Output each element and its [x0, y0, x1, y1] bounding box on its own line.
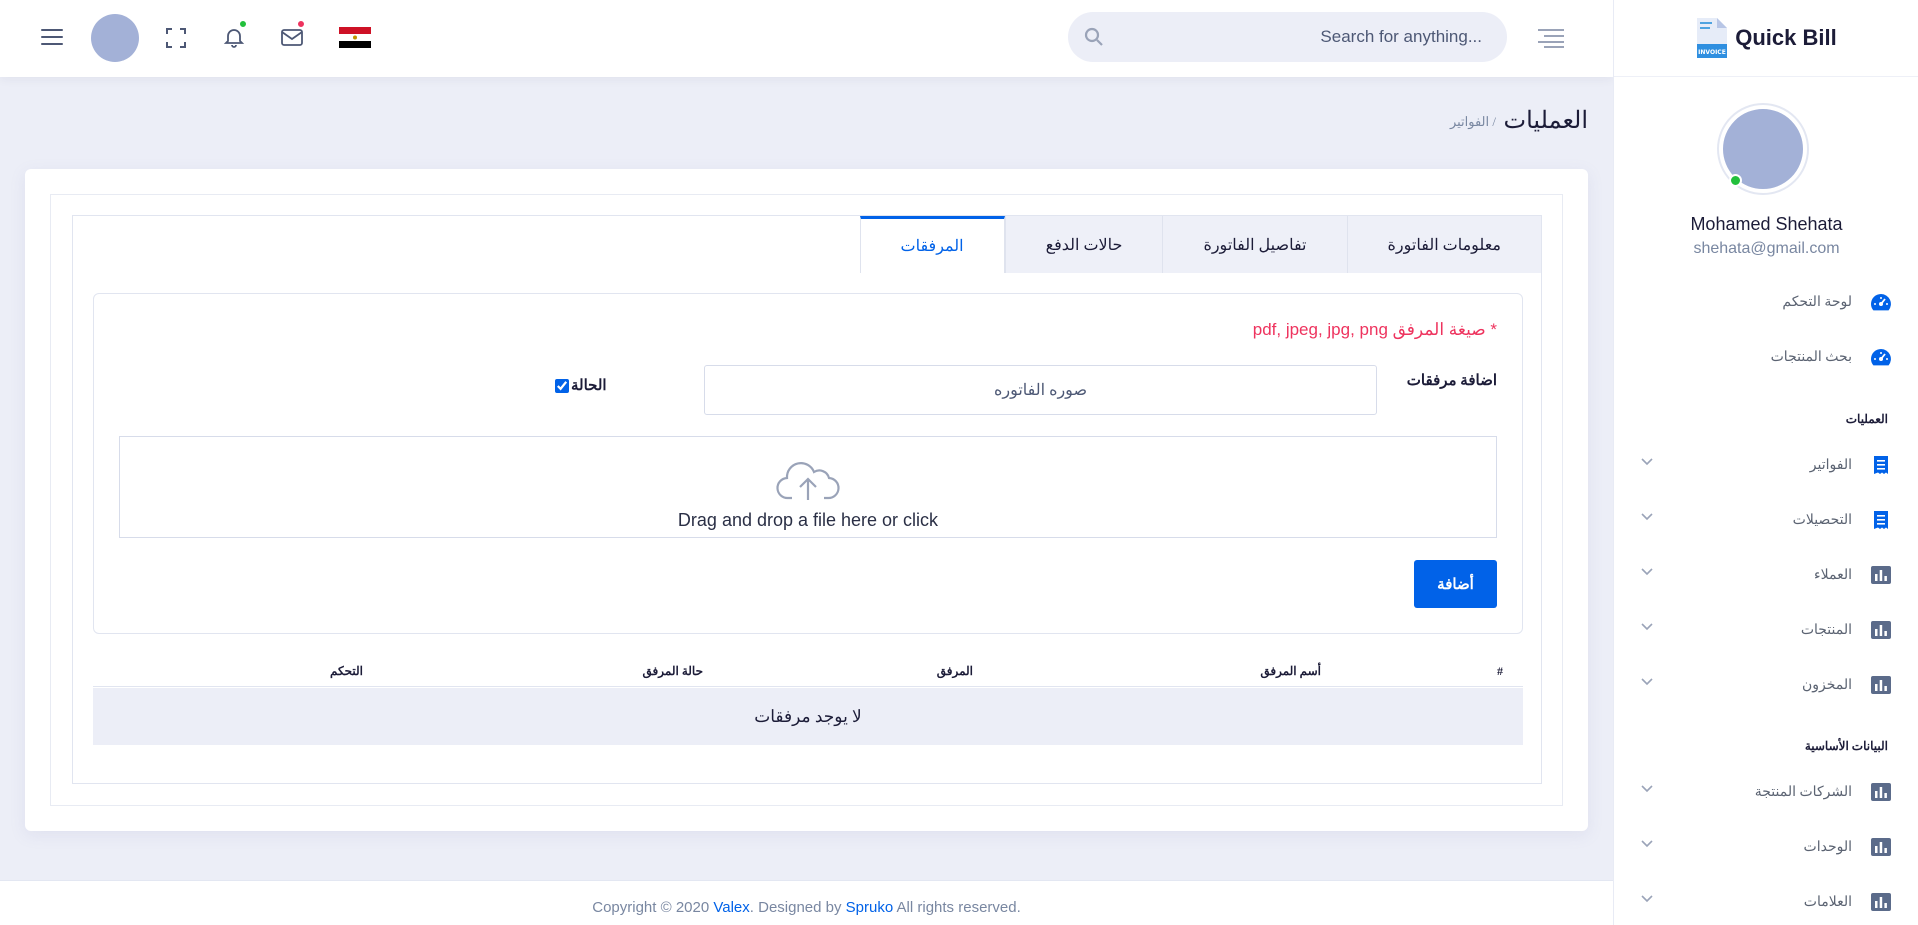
attachments-empty-message: لا يوجد مرفقات — [93, 688, 1523, 745]
add-attachment-button[interactable]: أضافة — [1414, 560, 1497, 608]
sidebar-item-inventory[interactable]: المخزون — [1613, 665, 1918, 705]
notifications-button[interactable] — [221, 19, 248, 50]
sidebar-item-units[interactable]: الوحدات — [1613, 827, 1918, 867]
chevron-down-icon — [1641, 568, 1653, 576]
sidebar-item-invoices[interactable]: الفواتير — [1613, 445, 1918, 485]
notification-badge — [238, 19, 248, 29]
file-dropzone[interactable]: Drag and drop a file here or click — [119, 436, 1497, 538]
file-format-note: * صيغة المرفق pdf, jpeg, jpg, png — [1252, 320, 1497, 339]
sidebar-section-operations: العمليات — [1845, 412, 1888, 426]
footer-rights: All rights reserved. — [893, 899, 1021, 916]
tab-bar: معلومات الفاتورة تفاصيل الفاتورة حالات ا… — [859, 216, 1541, 273]
fullscreen-icon — [166, 28, 186, 48]
receipt-icon — [1870, 454, 1892, 476]
chevron-down-icon — [1641, 895, 1653, 903]
status-label: الحالة — [571, 378, 607, 394]
bar-chart-icon — [1870, 836, 1892, 858]
speedometer-icon — [1870, 346, 1892, 368]
hamburger-icon — [41, 29, 63, 45]
sidebar-item-products[interactable]: المنتجات — [1613, 610, 1918, 650]
mail-badge — [296, 19, 306, 29]
dropzone-text: Drag and drop a file here or click — [677, 510, 939, 530]
tabs-panel: معلومات الفاتورة تفاصيل الفاتورة حالات ا… — [72, 215, 1542, 784]
language-button[interactable] — [339, 27, 371, 48]
sidebar-item-brands[interactable]: العلامات — [1613, 882, 1918, 922]
align-right-icon — [1538, 29, 1564, 48]
chevron-down-icon — [1641, 840, 1653, 848]
chevron-down-icon — [1641, 623, 1653, 631]
footer-designed-by: . Designed by — [749, 899, 846, 916]
align-toggle-button[interactable] — [1538, 27, 1564, 49]
attachments-table-header: # أسم المرفق المرفق حالة المرفق التحكم — [93, 655, 1523, 687]
user-email: shehata@gmail.com — [1693, 240, 1840, 257]
add-attachments-label: اضافة مرفقات — [1406, 373, 1497, 389]
user-avatar[interactable] — [1719, 105, 1807, 193]
sidebar-item-collections[interactable]: التحصيلات — [1613, 500, 1918, 540]
column-header-actions: التحكم — [330, 664, 363, 678]
chevron-down-icon — [1641, 678, 1653, 686]
egypt-flag-icon — [339, 27, 371, 48]
messages-button[interactable] — [279, 19, 306, 50]
chevron-down-icon — [1641, 458, 1653, 466]
tab-payment-status[interactable]: حالات الدفع — [1004, 216, 1163, 273]
sidebar-item-manufacturers[interactable]: الشركات المنتجة — [1613, 772, 1918, 812]
column-header-attachment-name: أسم المرفق — [1260, 664, 1321, 678]
footer-copyright: Copyright © 2020 — [592, 899, 714, 916]
tab-invoice-details[interactable]: تفاصيل الفاتورة — [1162, 216, 1346, 273]
column-header-index: # — [1497, 664, 1503, 678]
header-avatar[interactable] — [91, 14, 139, 62]
search-input[interactable] — [1118, 12, 1488, 62]
fullscreen-button[interactable] — [164, 26, 188, 50]
bar-chart-icon — [1870, 674, 1892, 696]
bar-chart-icon — [1870, 619, 1892, 641]
attachment-form: * صيغة المرفق pdf, jpeg, jpg, png اضافة … — [93, 293, 1523, 634]
brand[interactable]: INVOICE Quick Bill — [1614, 0, 1918, 77]
footer-designer-link[interactable]: Spruko — [846, 899, 894, 916]
sidebar-section-basic-data: البيانات الأساسية — [1804, 739, 1888, 753]
column-header-attachment: المرفق — [936, 664, 973, 678]
chevron-down-icon — [1641, 513, 1653, 521]
invoice-card: معلومات الفاتورة تفاصيل الفاتورة حالات ا… — [25, 169, 1588, 831]
card-body: معلومات الفاتورة تفاصيل الفاتورة حالات ا… — [50, 194, 1563, 806]
tab-attachments[interactable]: المرفقات — [859, 216, 1005, 273]
bar-chart-icon — [1870, 564, 1892, 586]
speedometer-icon — [1870, 291, 1892, 313]
chevron-down-icon — [1641, 785, 1653, 793]
footer: Copyright © 2020 Valex. Designed by Spru… — [0, 880, 1613, 925]
cloud-upload-icon — [776, 462, 840, 500]
status-checkbox[interactable] — [555, 378, 569, 393]
invoice-logo-icon: INVOICE — [1695, 18, 1728, 58]
bar-chart-icon — [1870, 781, 1892, 803]
attachment-name-input[interactable] — [704, 365, 1377, 415]
breadcrumb[interactable]: / الفواتير — [1450, 114, 1496, 130]
bar-chart-icon — [1870, 891, 1892, 913]
receipt-icon — [1870, 509, 1892, 531]
online-status-dot — [1729, 174, 1742, 187]
tab-invoice-info[interactable]: معلومات الفاتورة — [1346, 216, 1541, 273]
svg-text:INVOICE: INVOICE — [1698, 49, 1726, 56]
column-header-attachment-status: حالة المرفق — [642, 664, 703, 678]
user-name: Mohamed Shehata — [1690, 214, 1843, 234]
search-bar — [1068, 12, 1507, 62]
sidebar-item-dashboard[interactable]: لوحة التحكم — [1613, 282, 1918, 322]
status-field: الحالة — [555, 376, 607, 395]
footer-brand-link[interactable]: Valex — [713, 899, 749, 916]
menu-toggle-button[interactable] — [40, 25, 64, 49]
search-icon[interactable] — [1084, 27, 1104, 47]
mail-icon — [281, 29, 303, 46]
brand-title: Quick Bill — [1735, 25, 1837, 50]
page-title: العمليات — [1503, 108, 1588, 134]
top-header — [0, 0, 1613, 77]
sidebar-item-customers[interactable]: العملاء — [1613, 555, 1918, 595]
sidebar: INVOICE Quick Bill Mohamed Shehata sheha… — [1613, 0, 1918, 925]
sidebar-item-product-search[interactable]: بحث المنتجات — [1613, 337, 1918, 377]
